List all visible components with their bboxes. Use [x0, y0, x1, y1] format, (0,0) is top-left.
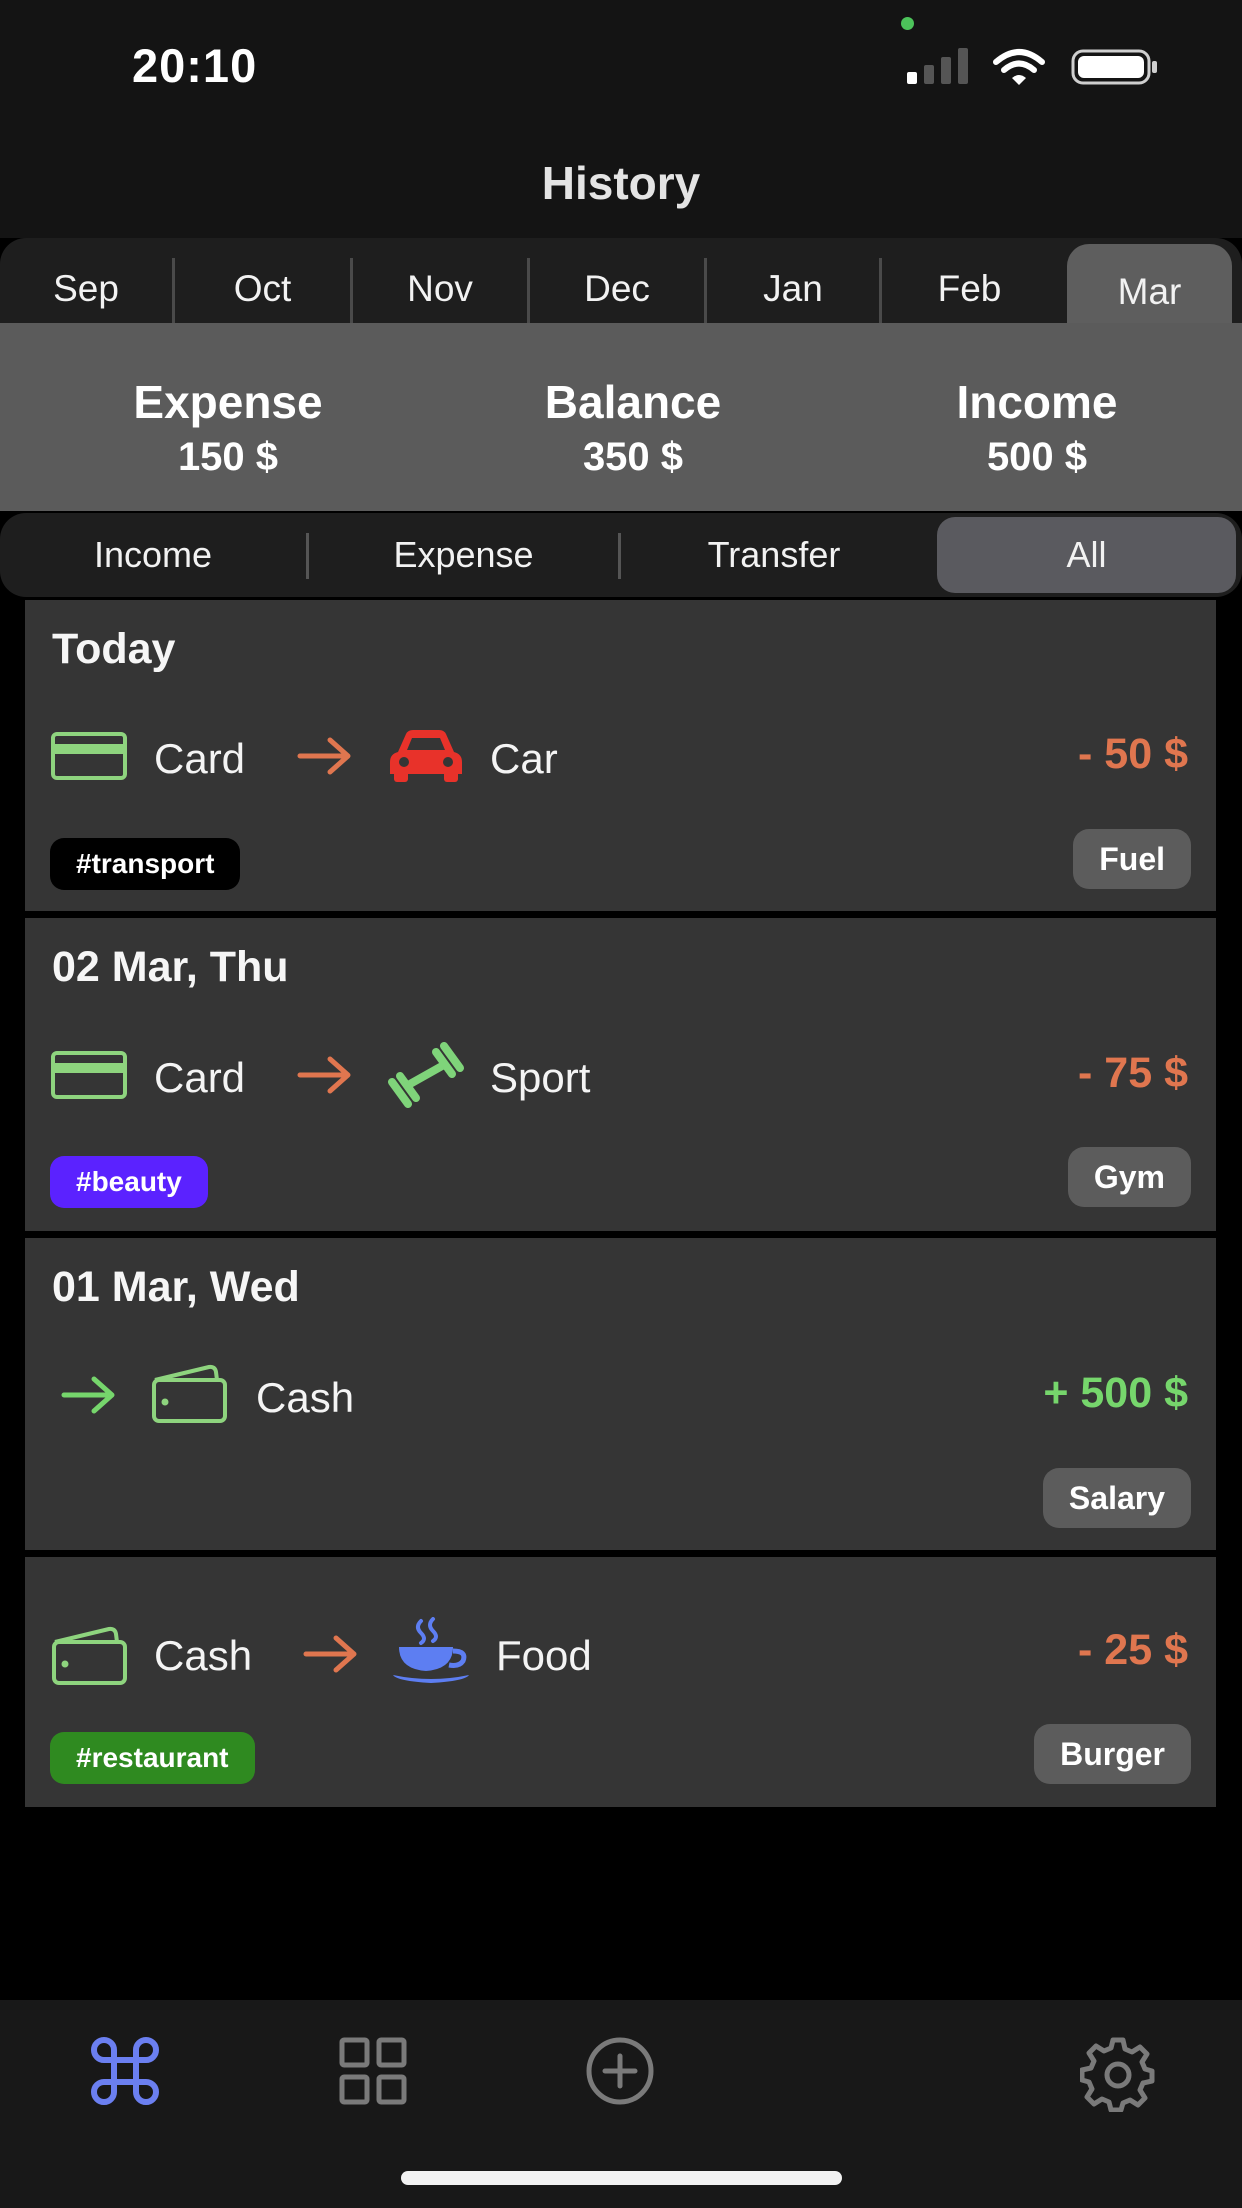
- gear-icon[interactable]: [1080, 2036, 1156, 2112]
- transaction-category[interactable]: Gym: [1067, 1147, 1191, 1207]
- cellular-signal-icon: [907, 48, 968, 84]
- month-tab-feb[interactable]: Feb: [882, 238, 1057, 323]
- command-icon[interactable]: [90, 2036, 160, 2106]
- transaction-from: Card: [154, 735, 246, 782]
- transaction-amount: - 25 $: [1078, 1626, 1188, 1674]
- balance-summary: Balance 350 $: [433, 323, 833, 511]
- navigation-bar: History: [0, 120, 1242, 238]
- transaction-tag[interactable]: #restaurant: [50, 1732, 255, 1784]
- car-icon: [390, 730, 462, 782]
- transaction-date: 01 Mar, Wed: [52, 1263, 300, 1311]
- transaction-card[interactable]: 02 Mar, Thu Card Sport - 75 $ #beauty Gy…: [25, 918, 1216, 1231]
- camera-indicator-dot: [901, 17, 914, 30]
- balance-summary-label: Balance: [544, 376, 722, 428]
- type-filter: Income Expense Transfer All: [0, 513, 1242, 597]
- month-tab-sep[interactable]: Sep: [0, 238, 172, 323]
- transaction-category[interactable]: Salary: [1042, 1468, 1191, 1528]
- arrow-right-icon: [303, 1635, 357, 1673]
- page-title: History: [541, 157, 701, 209]
- transaction-category[interactable]: Fuel: [1073, 829, 1191, 889]
- home-indicator[interactable]: [401, 2171, 842, 2185]
- transaction-card[interactable]: Today Card Car - 50 $ #transport Fuel: [25, 600, 1216, 911]
- transaction-tag[interactable]: #beauty: [50, 1156, 208, 1208]
- income-summary-label: Income: [956, 376, 1118, 428]
- month-tab-jan[interactable]: Jan: [707, 238, 879, 323]
- transaction-category[interactable]: Burger: [1034, 1724, 1191, 1784]
- transaction-amount: - 50 $: [1078, 730, 1188, 778]
- transaction-tag[interactable]: #transport: [50, 838, 241, 890]
- arrow-right-icon: [297, 1056, 351, 1094]
- status-time: 20:10: [132, 39, 258, 92]
- expense-summary-label: Expense: [133, 376, 323, 428]
- transaction-to: Cash: [256, 1374, 355, 1421]
- month-tab-oct[interactable]: Oct: [175, 238, 350, 323]
- transaction-date: 02 Mar, Thu: [52, 943, 289, 991]
- month-selector: Sep Oct Nov Dec Jan Feb Mar: [0, 238, 1242, 323]
- status-bar: 20:10: [0, 0, 1242, 120]
- month-tab-nov[interactable]: Nov: [353, 238, 527, 323]
- arrow-right-icon: [61, 1376, 115, 1414]
- income-summary: Income 500 $: [837, 323, 1237, 511]
- transaction-to: Sport: [490, 1054, 591, 1101]
- filter-income[interactable]: Income: [0, 513, 306, 597]
- wifi-icon: [993, 49, 1045, 85]
- transaction-to: Car: [490, 735, 558, 782]
- transaction-amount: + 500 $: [1043, 1369, 1188, 1417]
- summary-panel: Expense 150 $ Balance 350 $ Income 500 $: [0, 323, 1242, 511]
- transaction-date: Today: [52, 625, 176, 673]
- filter-transfer[interactable]: Transfer: [621, 513, 927, 597]
- transaction-card[interactable]: Cash Food - 25 $ #restaurant Burger: [25, 1557, 1216, 1807]
- dumbbell-icon: [388, 1042, 464, 1108]
- transaction-to: Food: [496, 1632, 592, 1679]
- arrow-right-icon: [297, 737, 351, 775]
- transaction-from: Card: [154, 1054, 246, 1101]
- income-summary-value: 500 $: [986, 435, 1088, 479]
- wallet-icon: [52, 1626, 127, 1685]
- wallet-icon: [152, 1364, 227, 1423]
- filter-expense[interactable]: Expense: [309, 513, 618, 597]
- grid-icon[interactable]: [338, 2036, 408, 2106]
- transaction-from: Cash: [154, 1632, 253, 1679]
- expense-summary-value: 150 $: [177, 435, 279, 479]
- credit-card-icon: [51, 732, 127, 780]
- balance-summary-value: 350 $: [582, 435, 684, 479]
- coffee-cup-icon: [393, 1617, 469, 1683]
- transaction-amount: - 75 $: [1078, 1049, 1188, 1097]
- month-tab-mar[interactable]: Mar: [1067, 244, 1232, 323]
- month-tab-dec[interactable]: Dec: [530, 238, 704, 323]
- battery-icon: [1071, 49, 1157, 85]
- credit-card-icon: [51, 1051, 127, 1099]
- transaction-card[interactable]: 01 Mar, Wed Cash + 500 $ Salary: [25, 1238, 1216, 1550]
- add-circle-icon[interactable]: [585, 2036, 655, 2106]
- filter-all[interactable]: All: [937, 517, 1236, 593]
- expense-summary: Expense 150 $: [28, 323, 428, 511]
